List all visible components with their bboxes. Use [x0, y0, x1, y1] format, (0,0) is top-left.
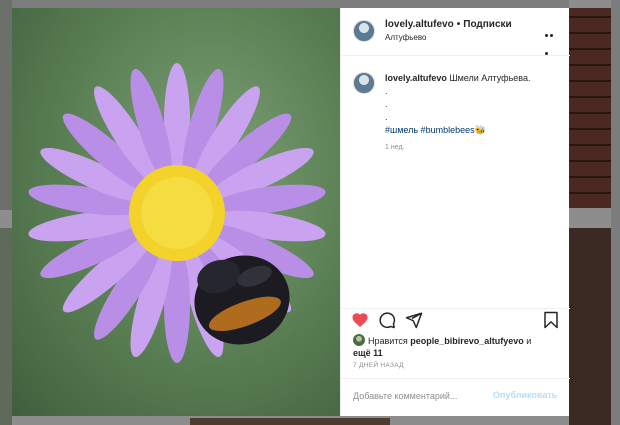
caption-username[interactable]: lovely.altufevo: [385, 73, 447, 83]
liker-avatar[interactable]: [353, 334, 365, 346]
comment-box: Опубликовать: [341, 378, 570, 416]
follow-button[interactable]: Подписки: [463, 19, 511, 30]
publish-button[interactable]: Опубликовать: [493, 390, 557, 400]
header-user-line: lovely.altufevo • Подписки: [385, 19, 512, 30]
likes-prefix: Нравится: [368, 336, 408, 346]
save-icon[interactable]: [542, 311, 560, 329]
feed-tile: [569, 228, 611, 425]
comment-icon[interactable]: [378, 311, 396, 329]
caption-dot-line: .: [385, 86, 388, 96]
likes-summary: Нравится people_bibirevo_altufyevo и ещё…: [353, 334, 563, 359]
action-bar: [341, 308, 570, 333]
heart-icon[interactable]: [351, 311, 369, 329]
more-icon[interactable]: [545, 24, 559, 55]
flower-bee-image: [28, 63, 326, 363]
backdrop: [611, 0, 620, 425]
username-link[interactable]: lovely.altufevo: [385, 19, 454, 30]
comment-input[interactable]: [353, 391, 493, 401]
post-modal: lovely.altufevo • Подписки Алтуфьево lovel…: [12, 8, 570, 416]
caption-dot-line: .: [385, 99, 388, 109]
location-link[interactable]: Алтуфьево: [385, 33, 426, 42]
post-photo[interactable]: [12, 8, 340, 416]
hashtags[interactable]: #шмель #bumblebees🐝: [385, 124, 560, 137]
backdrop: [12, 0, 569, 8]
caption-dot-line: .: [385, 112, 388, 122]
liker-username[interactable]: people_bibirevo_altufyevo: [410, 336, 524, 346]
feed-tile: [569, 8, 611, 208]
feed-tile: [0, 0, 12, 210]
likes-conjunction: и: [526, 336, 532, 346]
feed-tile: [0, 228, 12, 425]
caption-body: Шмели Алтуфьева.: [449, 73, 531, 83]
feed-tile: [190, 418, 390, 425]
avatar[interactable]: [353, 72, 375, 94]
post-date: 7 ДНЕЙ НАЗАД: [353, 362, 404, 369]
caption-timestamp: 1 нед.: [385, 144, 405, 151]
share-icon[interactable]: [405, 311, 423, 329]
likes-others-link[interactable]: ещё 11: [353, 348, 383, 358]
separator-dot: •: [456, 19, 461, 30]
post-header: lovely.altufevo • Подписки Алтуфьево: [341, 8, 570, 56]
caption-text: lovely.altufevo Шмели Алтуфьева. . . . #…: [385, 72, 560, 137]
avatar[interactable]: [353, 20, 375, 42]
post-details-panel: lovely.altufevo • Подписки Алтуфьево lovel…: [340, 8, 570, 416]
